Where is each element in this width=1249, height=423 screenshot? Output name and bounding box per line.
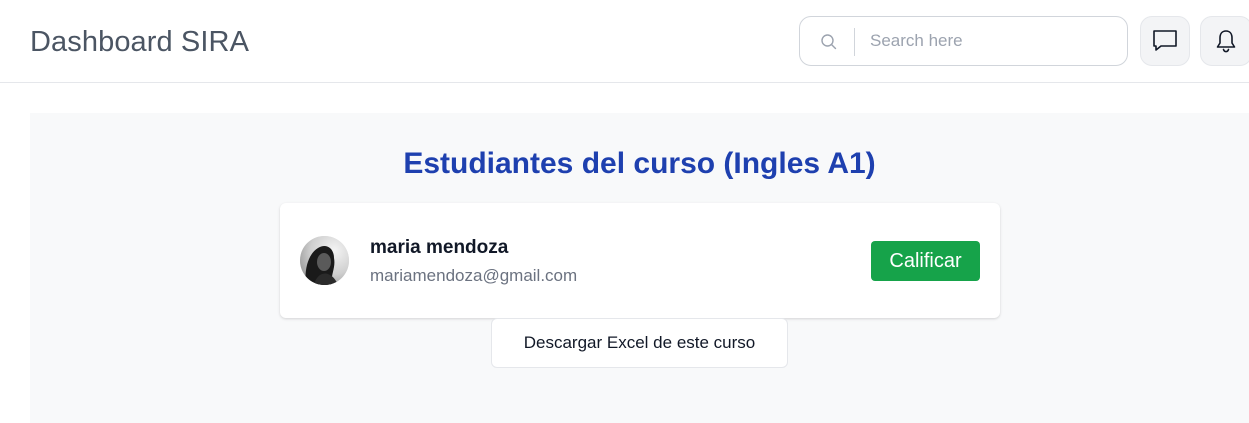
- messages-button[interactable]: [1140, 16, 1190, 66]
- search-icon[interactable]: [820, 33, 838, 51]
- student-name: maria mendoza: [370, 237, 509, 258]
- top-header: Dashboard SIRA: [0, 0, 1249, 83]
- page-title: Estudiantes del curso (Ingles A1): [403, 147, 876, 180]
- grade-button[interactable]: Calificar: [871, 241, 980, 281]
- bell-icon: [1214, 28, 1238, 54]
- search-input[interactable]: [862, 25, 1128, 57]
- student-card: maria mendoza mariamendoza@gmail.com Cal…: [280, 203, 1000, 318]
- student-email: mariamendoza@gmail.com: [370, 266, 578, 285]
- app-title: Dashboard SIRA: [30, 26, 250, 58]
- avatar: [300, 236, 349, 285]
- chat-icon: [1151, 28, 1179, 54]
- notifications-button[interactable]: [1200, 16, 1249, 66]
- search-box[interactable]: [799, 16, 1128, 66]
- download-excel-button[interactable]: Descargar Excel de este curso: [491, 318, 788, 368]
- search-divider: [854, 28, 855, 56]
- app-root: Dashboard SIRA Search here Estudiantes d…: [0, 0, 1249, 423]
- main-panel: Estudiantes del curso (Ingles A1) maria …: [30, 113, 1249, 423]
